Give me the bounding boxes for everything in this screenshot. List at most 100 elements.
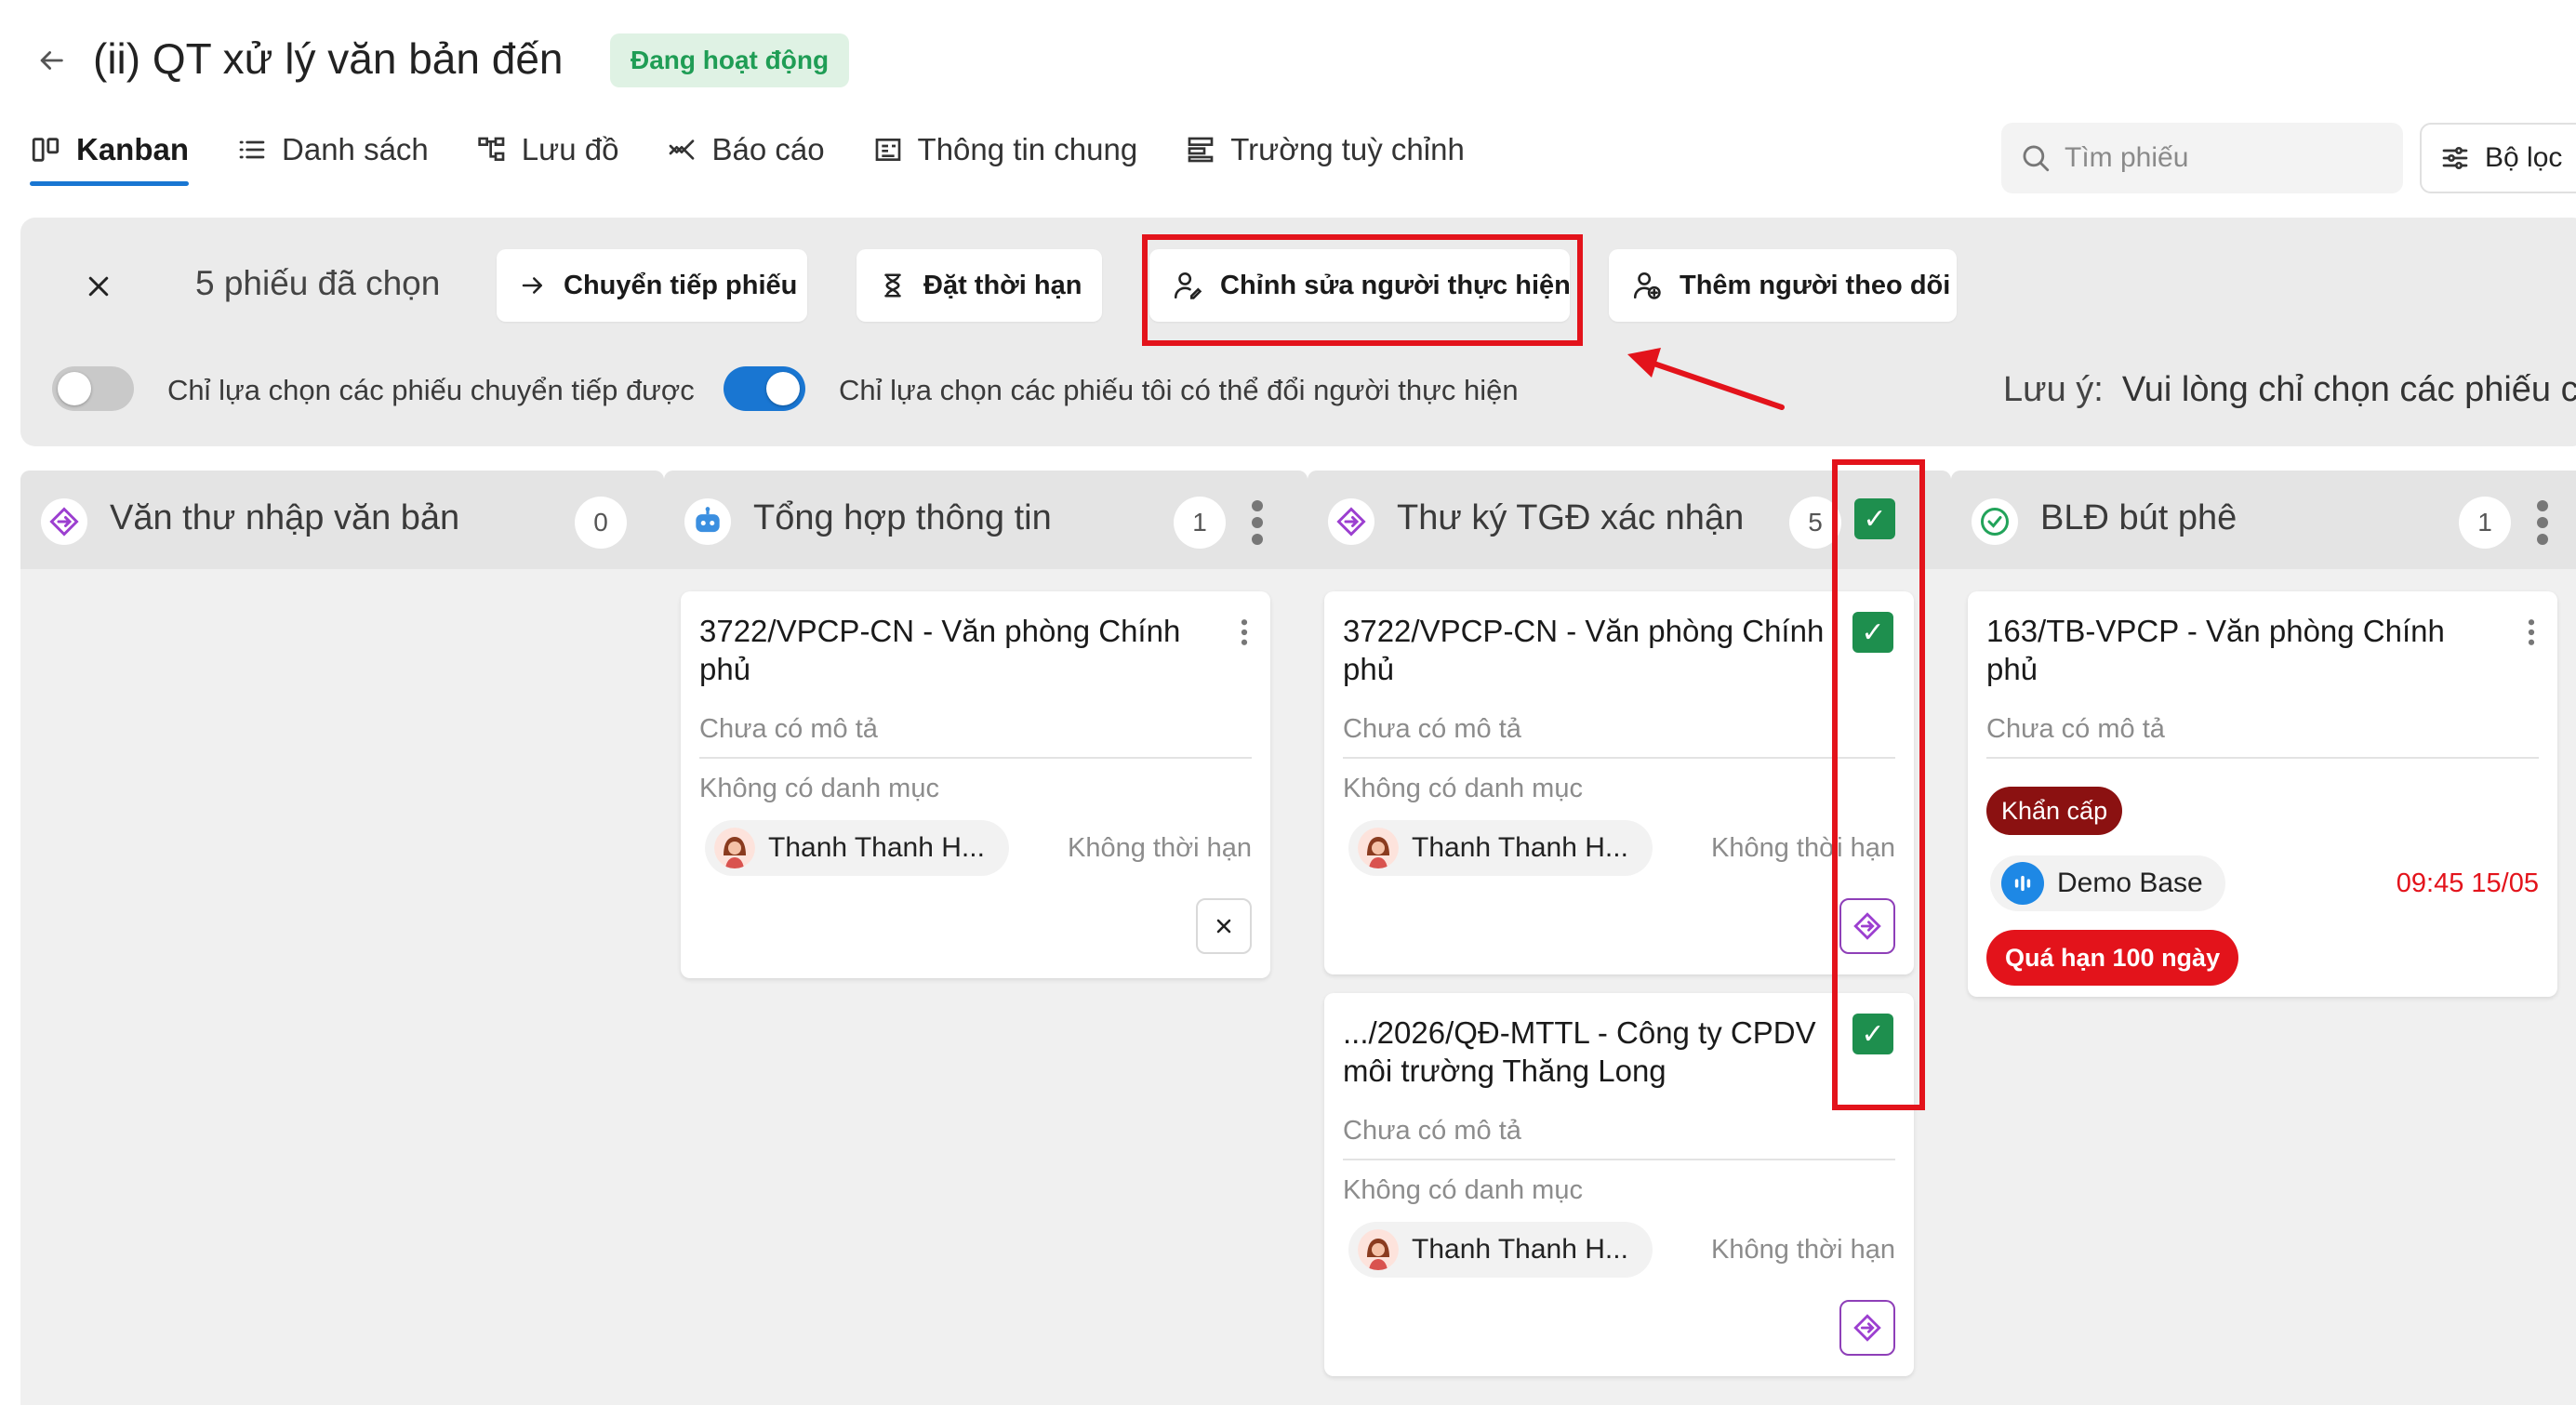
search-input[interactable] (2065, 142, 2381, 174)
kanban-column: BLĐ bút phê 1 163/TB-VPCP - Văn phòng Ch… (1951, 471, 2576, 1405)
tab-general-info[interactable]: Thông tin chung (873, 121, 1138, 179)
arrow-right-icon (522, 277, 542, 294)
overdue-badge: Quá hạn 100 ngày (1986, 930, 2239, 986)
deadline-label: Đặt thời hạn (923, 270, 1082, 300)
sliders-icon (2442, 147, 2468, 169)
stage-action-button[interactable] (1839, 1300, 1895, 1356)
ticket-category: Không có danh mục (1343, 774, 1583, 803)
ticket-card[interactable]: 3722/VPCP-CN - Văn phòng Chính phủ Chưa … (681, 591, 1270, 978)
selection-note: Lưu ý: Vui lòng chỉ chọn các phiếu c (2003, 370, 2576, 410)
assignee-chip[interactable]: Thanh Thanh H... (1348, 1222, 1653, 1278)
search-box (2001, 123, 2403, 193)
base-logo-icon (2001, 862, 2044, 905)
tab-flowchart[interactable]: Lưu đồ (477, 121, 619, 179)
highlight-box (1832, 459, 1925, 1110)
ticket-title: 163/TB-VPCP - Văn phòng Chính phủ (1986, 614, 2445, 686)
close-icon (88, 276, 109, 297)
tab-list[interactable]: Danh sách (237, 121, 429, 179)
filter-label: Bộ lọc (2485, 142, 2563, 173)
tab-kanban[interactable]: Kanban (30, 121, 190, 186)
column-title: Thư ký TGĐ xác nhận (1397, 498, 1745, 537)
search-icon (2023, 145, 2050, 172)
assignee-chip[interactable]: Thanh Thanh H... (1348, 820, 1653, 876)
assignee-name: Thanh Thanh H... (768, 832, 985, 863)
ticket-title: 3722/VPCP-CN - Văn phòng Chính phủ (1343, 614, 1825, 686)
note-label: Lưu ý: (2003, 370, 2104, 409)
assignee-chip[interactable]: Demo Base (1990, 855, 2225, 911)
ticket-description: Chưa có mô tả (699, 714, 878, 744)
stage-icon (1853, 1314, 1881, 1342)
column-count: 1 (2459, 497, 2511, 549)
avatar (714, 828, 755, 868)
check-circle-icon (1972, 498, 2018, 545)
ticket-description: Chưa có mô tả (1343, 1116, 1521, 1146)
more-vertical-icon[interactable] (1248, 497, 1267, 549)
ticket-description: Chưa có mô tả (1986, 714, 2165, 744)
add-follower-button[interactable]: Thêm người theo dõi (1609, 249, 1957, 322)
assignee-name: Demo Base (2057, 868, 2203, 898)
hourglass-icon (884, 273, 901, 298)
toggle-forwardable-label: Chỉ lựa chọn các phiếu chuyển tiếp được (167, 374, 695, 406)
toggle-reassignable[interactable] (724, 366, 805, 411)
tab-label: Lưu đồ (521, 132, 619, 166)
page-title: (ii) QT xử lý văn bản đến (93, 34, 564, 83)
arrow-left-icon (40, 51, 63, 70)
status-badge: Đang hoạt động (610, 33, 850, 87)
ticket-card[interactable]: .../2026/QĐ-MTTL - Công ty CPDV môi trườ… (1324, 993, 1914, 1376)
divider (1343, 757, 1895, 759)
forward-ticket-button[interactable]: Chuyển tiếp phiếu (497, 249, 807, 322)
ticket-title: .../2026/QĐ-MTTL - Công ty CPDV môi trườ… (1343, 1015, 1816, 1088)
ticket-card[interactable]: 3722/VPCP-CN - Văn phòng Chính phủ ✓ Chư… (1324, 591, 1914, 974)
ticket-title: 3722/VPCP-CN - Văn phòng Chính phủ (699, 614, 1181, 686)
selected-count: 5 phiếu đã chọn (195, 264, 441, 302)
column-count: 0 (575, 497, 627, 549)
kanban-column: Văn thư nhập văn bản 0 (20, 471, 664, 1405)
deselect-button[interactable] (1196, 898, 1252, 954)
column-title: BLĐ bút phê (2040, 498, 2237, 537)
clear-selection-button[interactable] (78, 266, 119, 307)
column-header: BLĐ bút phê 1 (1951, 471, 2576, 569)
ticket-category: Không có danh mục (1343, 1175, 1583, 1205)
report-icon (670, 139, 695, 160)
assignee-name: Thanh Thanh H... (1412, 1234, 1628, 1265)
more-vertical-icon[interactable] (2533, 497, 2552, 549)
list-icon (239, 140, 265, 159)
set-deadline-button[interactable]: Đặt thời hạn (856, 249, 1102, 322)
column-header: Tổng hợp thông tin 1 (664, 471, 1308, 569)
ticket-due: Không thời hạn (1710, 1235, 1895, 1265)
stage-icon (41, 498, 87, 545)
assignee-chip[interactable]: Thanh Thanh H... (705, 820, 1009, 876)
tab-report[interactable]: Báo cáo (667, 121, 825, 179)
divider (699, 757, 1252, 759)
more-vertical-icon[interactable] (2526, 616, 2537, 649)
tab-custom-fields[interactable]: Trường tuỳ chỉnh (1186, 121, 1465, 179)
divider (1343, 1159, 1895, 1160)
ticket-card[interactable]: 163/TB-VPCP - Văn phòng Chính phủ Chưa c… (1968, 591, 2557, 997)
note-text: Vui lòng chỉ chọn các phiếu c (2121, 370, 2576, 409)
ticket-description: Chưa có mô tả (1343, 714, 1521, 744)
column-title: Tổng hợp thông tin (753, 498, 1052, 537)
ticket-due: Không thời hạn (1067, 833, 1252, 863)
avatar (1358, 828, 1399, 868)
bot-icon (684, 498, 731, 545)
user-add-icon (1633, 272, 1661, 299)
ticket-category: Không có danh mục (699, 774, 939, 803)
filter-button[interactable]: Bộ lọc (2420, 123, 2576, 193)
toggle-forwardable[interactable] (52, 366, 134, 411)
view-tabs: Kanban Danh sách Lưu đồ Báo cáo Thông ti… (30, 121, 1465, 186)
column-count: 1 (1174, 497, 1226, 549)
tab-label: Trường tuỳ chỉnh (1230, 132, 1465, 166)
more-vertical-icon[interactable] (1239, 616, 1250, 649)
custom-fields-icon (1188, 137, 1214, 163)
flowchart-icon (478, 137, 505, 161)
kanban-column: Tổng hợp thông tin 1 3722/VPCP-CN - Văn … (664, 471, 1308, 1405)
back-button[interactable] (28, 37, 74, 84)
forward-label: Chuyển tiếp phiếu (564, 270, 798, 300)
avatar (1358, 1229, 1399, 1270)
tab-label: Báo cáo (711, 132, 825, 166)
column-header: Văn thư nhập văn bản 0 (20, 471, 664, 569)
tab-label: Thông tin chung (917, 132, 1138, 166)
ticket-due: 09:45 15/05 (2396, 868, 2539, 898)
assignee-name: Thanh Thanh H... (1412, 832, 1628, 863)
info-icon (875, 139, 900, 161)
